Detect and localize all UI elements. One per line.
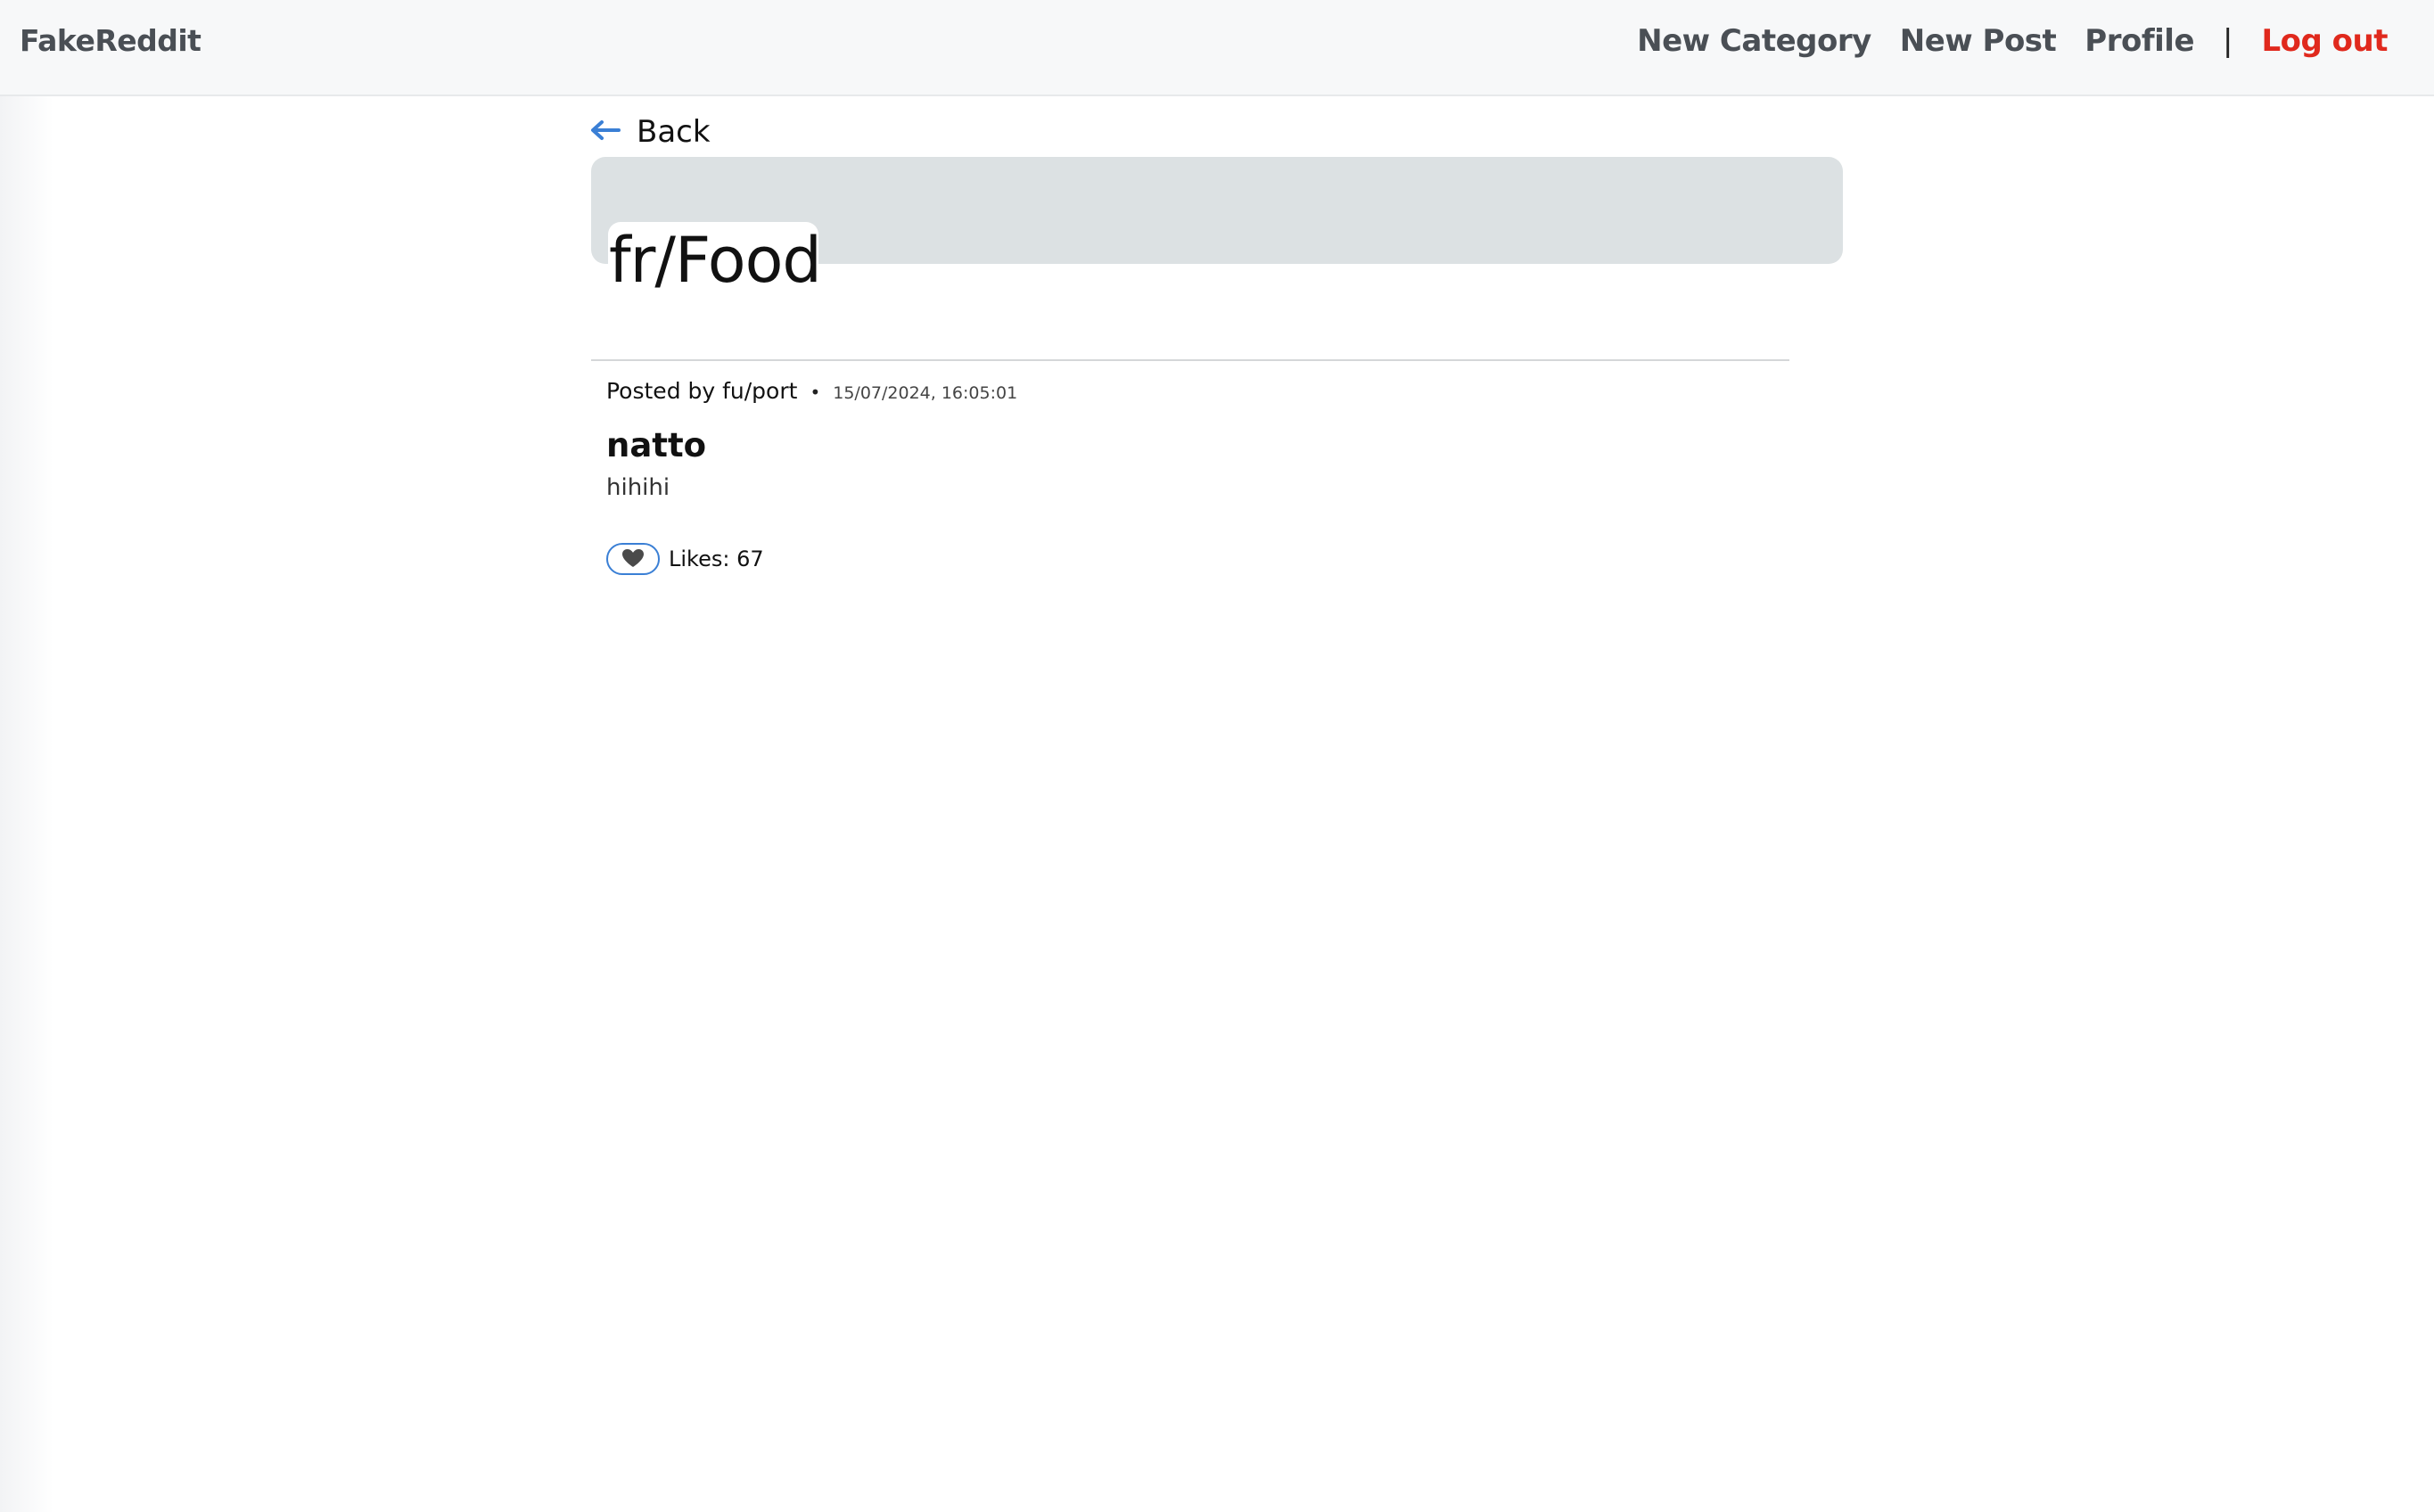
nav-separator: | <box>2223 23 2233 59</box>
profile-link[interactable]: Profile <box>2085 23 2194 59</box>
post-title[interactable]: natto <box>606 426 706 464</box>
like-button[interactable] <box>606 543 660 575</box>
category-title: fr/Food <box>609 224 822 297</box>
back-button[interactable]: Back <box>590 114 711 150</box>
logout-link[interactable]: Log out <box>2261 23 2388 59</box>
post-author: Posted by fu/port <box>606 378 798 404</box>
like-row: Likes: 67 <box>606 543 764 575</box>
post-body: hihihi <box>606 474 670 501</box>
divider <box>591 359 1789 361</box>
likes-count: Likes: 67 <box>669 546 764 571</box>
post-timestamp: 15/07/2024, 16:05:01 <box>833 383 1018 403</box>
navbar: FakeReddit New Category New Post Profile… <box>0 0 2434 96</box>
arrow-left-icon <box>590 119 621 144</box>
new-post-link[interactable]: New Post <box>1900 23 2057 59</box>
post-meta: Posted by fu/port • 15/07/2024, 16:05:01 <box>606 378 1017 404</box>
heart-icon <box>621 548 645 571</box>
page: FakeReddit New Category New Post Profile… <box>0 0 2434 1512</box>
brand-logo[interactable]: FakeReddit <box>20 23 201 58</box>
new-category-link[interactable]: New Category <box>1637 23 1871 59</box>
left-shade <box>0 95 53 1512</box>
meta-separator: • <box>810 382 821 403</box>
back-label: Back <box>637 114 711 150</box>
nav-links: New Category New Post Profile | Log out <box>1637 23 2388 59</box>
